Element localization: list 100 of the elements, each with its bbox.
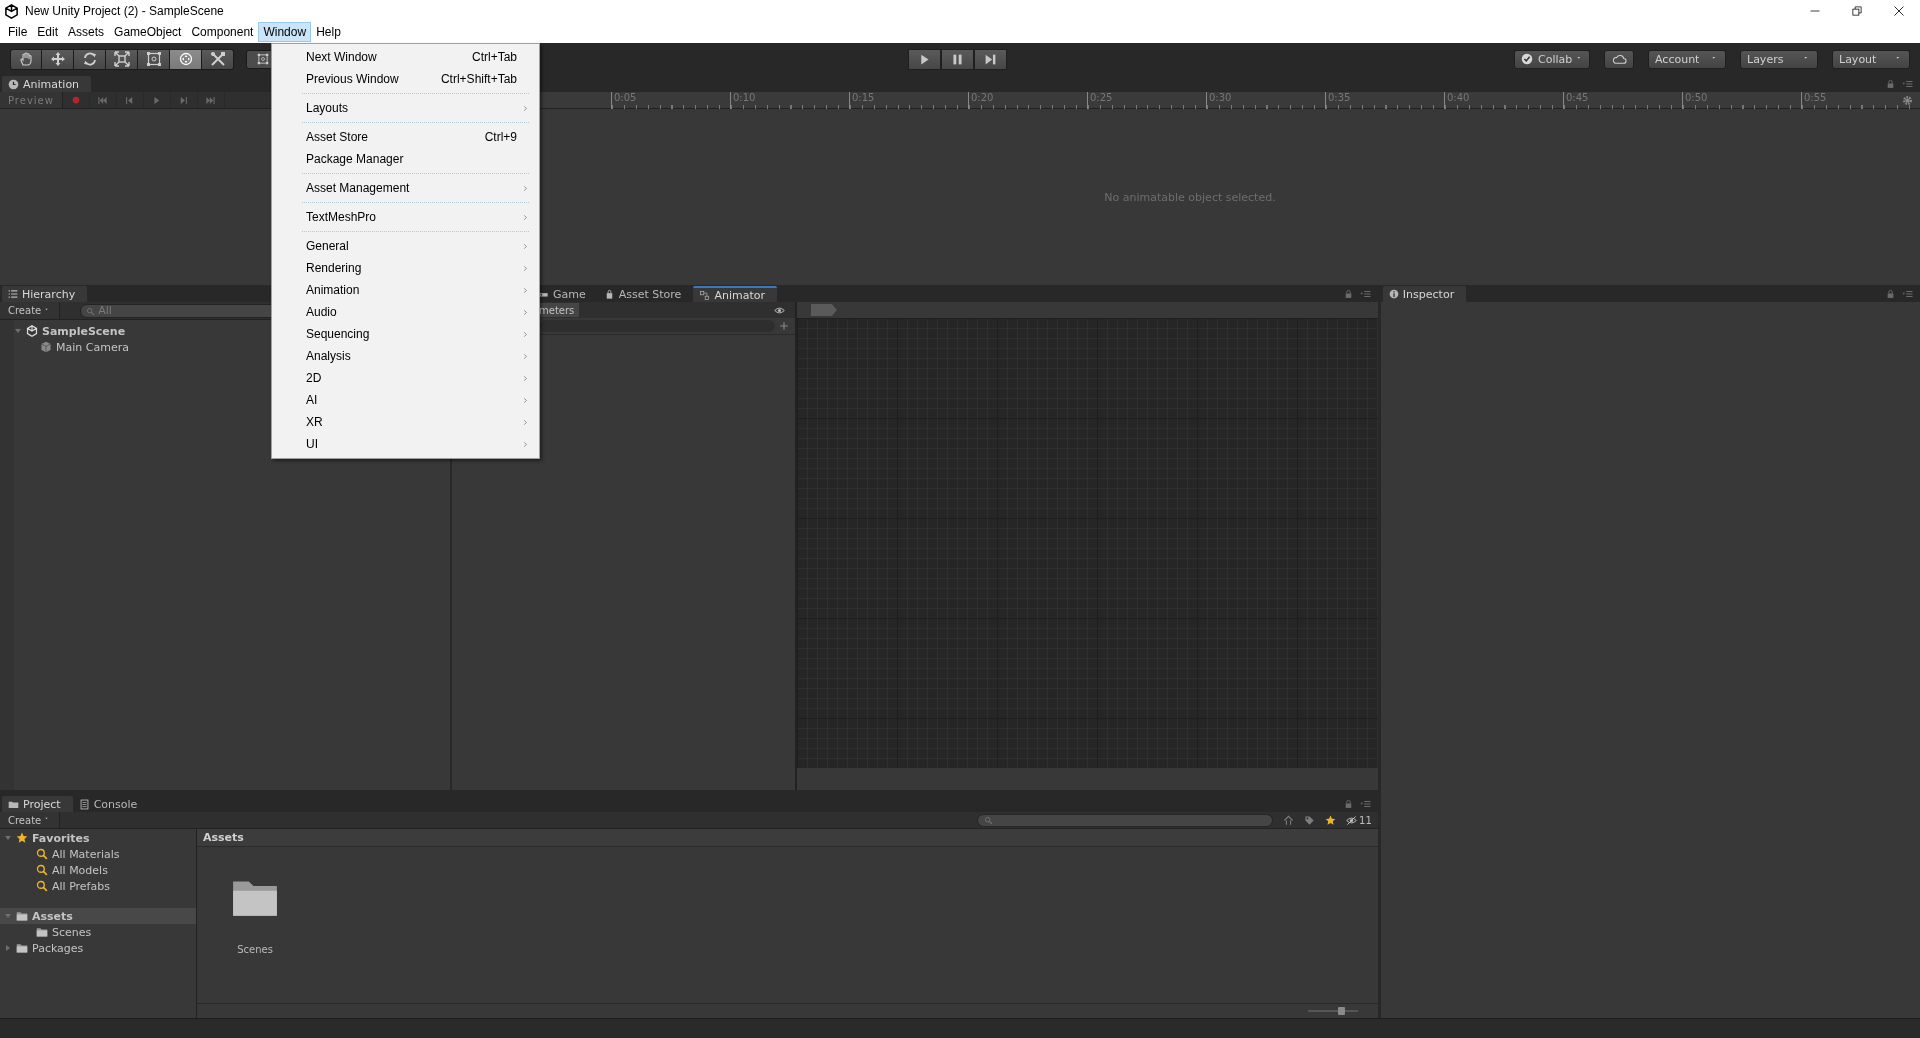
tree-item[interactable]: Favorites — [0, 830, 196, 846]
crossed-tools-icon — [209, 51, 226, 67]
document-icon — [78, 798, 90, 810]
menu-bar-item[interactable]: Help — [311, 22, 346, 42]
menu-item[interactable]: Asset Store Ctrl+9 — [274, 126, 537, 148]
menu-item[interactable]: TextMeshPro — [274, 206, 537, 228]
shortcut-text: Ctrl+9 — [484, 130, 518, 144]
panel-tab[interactable]: Animation — [2, 76, 92, 92]
menu-item[interactable]: Package Manager — [274, 148, 537, 170]
menu-item[interactable]: Previous Window Ctrl+Shift+Tab — [274, 68, 537, 90]
magnifier-icon — [36, 880, 48, 892]
menu-item[interactable]: Next Window Ctrl+Tab — [274, 46, 537, 68]
search-icon — [984, 815, 994, 825]
search-field[interactable] — [540, 320, 775, 332]
close-icon[interactable] — [1893, 5, 1905, 17]
magnifier-icon — [36, 848, 48, 860]
menu-bar-item[interactable]: Assets — [63, 22, 110, 42]
scale-tool[interactable] — [106, 48, 138, 70]
lock-icon[interactable] — [1886, 288, 1895, 299]
custom-tool[interactable] — [202, 48, 234, 70]
slider-thumb[interactable] — [1337, 1007, 1345, 1015]
tree-item[interactable]: All Materials — [0, 846, 196, 862]
tree-item[interactable]: Assets — [0, 908, 196, 924]
create-button[interactable]: Create — [0, 302, 61, 319]
expand-triangle-icon[interactable] — [4, 834, 12, 842]
next-key-icon — [178, 94, 190, 106]
step-button[interactable] — [974, 48, 1007, 70]
pause-button[interactable] — [941, 48, 974, 70]
tree-item[interactable]: All Prefabs — [0, 878, 196, 894]
menu-item[interactable]: Rendering — [274, 257, 537, 279]
rect-icon — [145, 51, 162, 67]
check-circle-icon — [1521, 53, 1533, 65]
scene-icon — [26, 325, 38, 337]
shortcut-text: Ctrl+Shift+Tab — [440, 72, 518, 86]
dropdown-button[interactable]: Layers — [1740, 49, 1818, 69]
list-icon — [8, 289, 18, 299]
collab-button[interactable]: Collab — [1514, 49, 1590, 69]
hand-icon — [18, 51, 34, 67]
menu-item[interactable]: UI — [274, 433, 537, 455]
panel-tab[interactable]: Hierarchy — [2, 286, 88, 302]
panel-menu-icon[interactable] — [1901, 288, 1914, 299]
cloud-button[interactable] — [1604, 49, 1634, 69]
lock-icon[interactable] — [1343, 798, 1353, 809]
rect-tool[interactable] — [138, 48, 170, 70]
star-icon[interactable] — [1325, 814, 1337, 826]
transform-tool[interactable] — [170, 48, 202, 70]
search-field[interactable] — [977, 813, 1274, 827]
magnifier-icon — [36, 864, 48, 876]
tree-item[interactable]: All Models — [0, 862, 196, 878]
rotate-tool[interactable] — [74, 48, 106, 70]
tree-item[interactable]: Scenes — [0, 924, 196, 940]
dropdown-button[interactable]: Account — [1648, 49, 1726, 69]
transform-icon — [177, 51, 194, 67]
menu-bar-item[interactable]: GameObject — [109, 22, 187, 42]
panel-tab[interactable]: Inspector — [1382, 286, 1467, 302]
dropdown-button[interactable]: Layout — [1832, 49, 1910, 69]
menu-bar-item[interactable]: Component — [186, 22, 259, 42]
panel-menu-icon[interactable] — [1901, 78, 1914, 89]
lock-icon[interactable] — [1343, 288, 1353, 299]
cube-icon — [40, 341, 52, 353]
play-button[interactable] — [908, 48, 941, 70]
tag-icon[interactable] — [1304, 814, 1316, 826]
panel-tab[interactable]: Animator — [693, 286, 777, 302]
breadcrumb-label: Assets — [203, 831, 244, 844]
folder-icon — [16, 942, 28, 954]
create-button[interactable]: Create — [0, 812, 61, 828]
move-tool[interactable] — [42, 48, 74, 70]
menu-bar-item[interactable]: Window — [258, 22, 312, 42]
plus-icon[interactable] — [779, 321, 789, 331]
filter-icon[interactable] — [1283, 814, 1295, 826]
menu-item[interactable]: General — [274, 235, 537, 257]
star-icon — [16, 832, 28, 844]
menu-item[interactable]: AI — [274, 389, 537, 411]
eye-icon[interactable] — [774, 304, 785, 316]
tree-item[interactable]: Packages — [0, 940, 196, 956]
menu-item[interactable]: Analysis — [274, 345, 537, 367]
pause-icon — [951, 52, 964, 66]
settings-icon[interactable] — [1901, 94, 1914, 107]
folder-icon — [36, 926, 48, 938]
panel-menu-icon[interactable] — [1358, 288, 1372, 299]
play-icon — [918, 52, 931, 66]
menu-bar-item[interactable]: File — [3, 22, 33, 42]
clock-icon — [8, 78, 19, 90]
hand-tool[interactable] — [10, 48, 42, 70]
expand-triangle-icon[interactable] — [4, 912, 12, 920]
menu-item[interactable]: Sequencing — [274, 323, 537, 345]
menu-item[interactable]: Asset Management — [274, 177, 537, 199]
restore-icon[interactable] — [1851, 5, 1863, 17]
hidden-count-button[interactable]: 11 — [1346, 814, 1372, 826]
scale-icon — [113, 51, 130, 67]
expand-triangle-icon[interactable] — [14, 327, 22, 335]
menu-item[interactable]: 2D — [274, 367, 537, 389]
panel-tab[interactable]: Project — [2, 796, 73, 812]
collapse-triangle-icon[interactable] — [4, 944, 12, 952]
menu-item[interactable]: Layouts — [274, 97, 537, 119]
pivot-icon — [257, 53, 269, 65]
menu-bar-item[interactable]: Edit — [32, 22, 64, 42]
lock-icon[interactable] — [1886, 78, 1895, 89]
menu-item[interactable]: XR — [274, 411, 537, 433]
panel-menu-icon[interactable] — [1358, 798, 1372, 809]
